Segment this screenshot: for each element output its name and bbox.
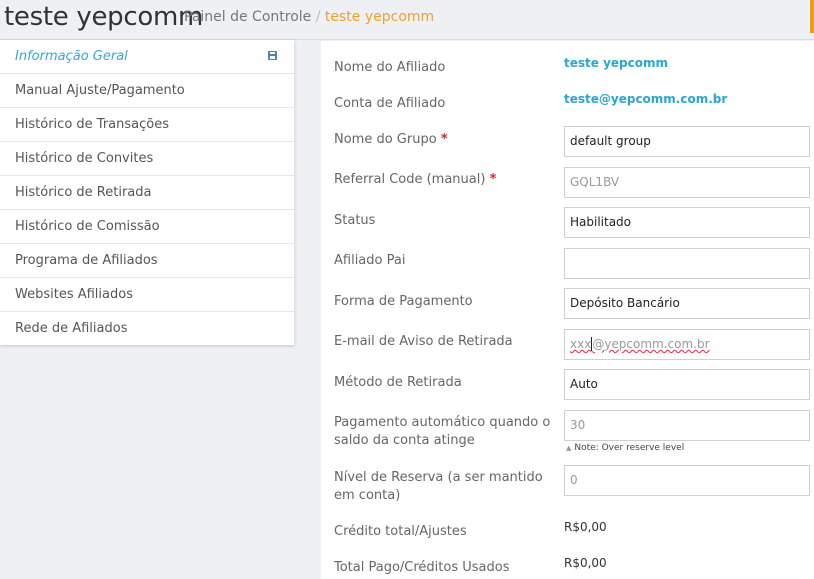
sidebar-item-manual-ajuste[interactable]: Manual Ajuste/Pagamento (0, 74, 294, 108)
sidebar-item-label: Manual Ajuste/Pagamento (15, 83, 185, 98)
auto-payment-note: ▲ Note: Over reserve level (566, 443, 685, 453)
withdraw-email-label: E-mail de Aviso de Retirada (334, 334, 513, 349)
triangle-up-icon: ▲ (566, 444, 572, 452)
page-title: teste yepcomm (4, 2, 204, 32)
page-header: teste yepcomm Painel de Controle / teste… (0, 0, 814, 36)
sidebar-item-label: Rede de Afiliados (15, 321, 128, 336)
total-paid-label: Total Pago/Créditos Usados (334, 560, 510, 575)
sidebar-item-label: Histórico de Transações (15, 117, 169, 132)
total-credit-value: R$0,00 (564, 520, 607, 534)
referral-code-field[interactable]: GQL1BV (564, 167, 810, 198)
sidebar-item-websites-afiliados[interactable]: Websites Afiliados (0, 278, 294, 312)
sidebar-item-historico-convites[interactable]: Histórico de Convites (0, 142, 294, 176)
parent-affiliate-field[interactable] (564, 248, 810, 279)
withdraw-method-select[interactable]: Auto (564, 369, 810, 400)
required-marker: * (440, 132, 448, 147)
sidebar-item-label: Websites Afiliados (15, 287, 133, 302)
group-name-field[interactable]: default group (564, 126, 810, 157)
required-marker: * (489, 172, 497, 187)
breadcrumb-current: teste yepcomm (324, 9, 435, 25)
payment-form-select[interactable]: Depósito Bancário (564, 288, 810, 319)
sidebar-item-historico-comissao[interactable]: Histórico de Comissão (0, 210, 294, 244)
status-select[interactable]: Habilitado (564, 207, 810, 238)
sidebar-item-label: Programa de Afiliados (15, 253, 158, 268)
withdraw-email-prefix: xxx (570, 337, 592, 351)
total-credit-label: Crédito total/Ajustes (334, 524, 467, 539)
sidebar: Informação Geral Manual Ajuste/Pagamento… (0, 40, 294, 345)
auto-payment-label: Pagamento automático quando o saldo da c… (334, 415, 551, 448)
payment-form-label: Forma de Pagamento (334, 294, 473, 309)
sidebar-item-rede-afiliados[interactable]: Rede de Afiliados (0, 312, 294, 345)
withdraw-email-suffix: @yepcomm.com.br (592, 337, 710, 351)
auto-payment-field[interactable]: 30 (564, 410, 810, 441)
withdraw-method-label: Método de Retirada (334, 375, 462, 390)
affiliate-account-label: Conta de Afiliado (334, 96, 446, 111)
referral-code-label: Referral Code (manual) * (334, 172, 497, 187)
sidebar-item-programa-afiliados[interactable]: Programa de Afiliados (0, 244, 294, 278)
sidebar-item-informacao-geral[interactable]: Informação Geral (0, 40, 294, 74)
sidebar-item-historico-retirada[interactable]: Histórico de Retirada (0, 176, 294, 210)
breadcrumb: Painel de Controle / teste yepcomm (184, 9, 434, 25)
affiliate-name-value: teste yepcomm (564, 56, 668, 70)
sidebar-item-label: Informação Geral (15, 49, 128, 64)
sidebar-item-label: Histórico de Convites (15, 151, 154, 166)
sidebar-item-historico-transacoes[interactable]: Histórico de Transações (0, 108, 294, 142)
save-icon[interactable] (268, 51, 277, 60)
affiliate-name-label: Nome do Afiliado (334, 60, 446, 75)
group-name-label: Nome do Grupo * (334, 132, 448, 147)
breadcrumb-home[interactable]: Painel de Controle (184, 9, 311, 25)
parent-affiliate-label: Afiliado Pai (334, 253, 406, 268)
affiliate-form: Nome do Afiliado teste yepcomm Conta de … (321, 41, 814, 579)
status-label: Status (334, 213, 376, 228)
sidebar-item-label: Histórico de Comissão (15, 219, 160, 234)
reserve-level-field[interactable]: 0 (564, 465, 810, 496)
sidebar-item-label: Histórico de Retirada (15, 185, 152, 200)
total-paid-value: R$0,00 (564, 556, 607, 570)
breadcrumb-separator: / (315, 9, 321, 25)
affiliate-account-value: teste@yepcomm.com.br (564, 92, 728, 106)
reserve-level-label: Nível de Reserva (a ser mantido em conta… (334, 470, 543, 503)
withdraw-email-field[interactable]: xxx@yepcomm.com.br (564, 329, 810, 360)
accent-bar (810, 0, 814, 33)
